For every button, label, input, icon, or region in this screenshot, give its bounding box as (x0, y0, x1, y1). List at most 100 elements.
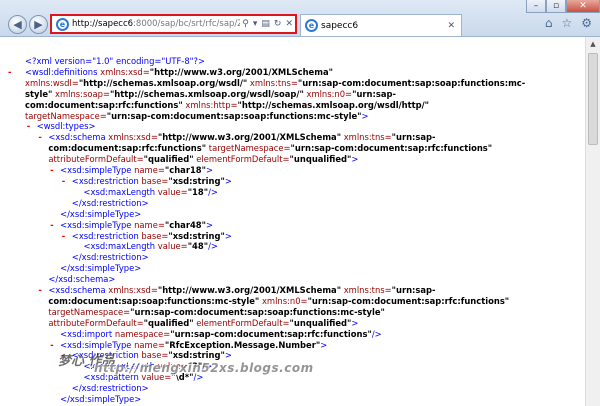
xml-line: - <xsd:simpleType name="RfcException.Mess… (0, 340, 585, 351)
xml-line-text: </xsd:restriction> (71, 252, 149, 263)
toolbar-right-icons: ⌂ ☆ ⚙ (545, 16, 592, 30)
xml-line-text: <xsd:simpleType name="char18"> (60, 165, 214, 176)
xml-line: - <xsd:restriction base="xsd:string"> (0, 176, 585, 187)
scroll-thumb[interactable] (588, 53, 598, 145)
xml-line: </xsd:simpleType> (0, 394, 585, 405)
xml-line: </xsd:restriction> (0, 198, 585, 209)
xml-line: - <wsdl:definitions xmlns:xsd="http://www… (0, 67, 585, 78)
forward-button[interactable]: ▶ (29, 15, 48, 34)
xml-line: targetNamespace="urn:sap-com:document:sa… (0, 111, 585, 122)
dropdown-icon[interactable]: ▾ (253, 19, 258, 29)
xml-line: - <xsd:schema xmlns:xsd="http://www.w3.or… (0, 132, 585, 143)
collapse-toggle[interactable]: - (62, 231, 65, 242)
xml-line: </xsd:simpleType> (0, 263, 585, 274)
xml-line: - <xsd:restriction base="xsd:string"> (0, 231, 585, 242)
xml-line-text: </xsd:simpleType> (60, 208, 142, 219)
scroll-up-arrow-icon[interactable]: ▲ (586, 37, 600, 51)
window-controls: – ▫ ✕ (526, 0, 600, 14)
collapse-toggle[interactable]: - (8, 67, 11, 78)
search-icon[interactable]: ⚲ (242, 19, 249, 29)
xml-line-text: </xsd:simpleType> (60, 394, 142, 405)
xml-line: style" xmlns:soap="http://schemas.xmlsoa… (0, 89, 585, 100)
stop-icon[interactable]: ✕ (285, 19, 293, 29)
xml-line-text: <wsdl:types> (36, 121, 96, 132)
xml-line: <xsd:maxLength value="3"/> (0, 361, 585, 372)
compatibility-icon[interactable]: ▤ (261, 19, 270, 29)
address-url[interactable]: http://sapecc6:8000/sap/bc/srt/rfc/sap/Z… (72, 19, 240, 29)
xml-line: </xsd:schema> (0, 274, 585, 285)
collapse-toggle[interactable]: - (38, 132, 41, 143)
xml-line-text: <xsd:maxLength value="48"/> (83, 241, 218, 252)
xml-line: <xsd:maxLength value="18"/> (0, 187, 585, 198)
back-button[interactable]: ◀ (8, 15, 27, 34)
xml-line-text: attributeFormDefault="qualified" element… (48, 317, 359, 328)
xml-line: - <xsd:simpleType name="char18"> (0, 165, 585, 176)
xml-line: com:document:sap:soap:functions:mc-style… (0, 296, 585, 307)
xml-line-text: <xsd:import namespace="urn:sap-com:docum… (60, 328, 382, 339)
xml-line-text: <xsd:schema xmlns:xsd="http://www.w3.org… (48, 285, 436, 296)
xml-line: <?xml version="1.0" encoding="UTF-8"?> (0, 56, 585, 67)
xml-line: <xsd:pattern value="\d*"/> (0, 372, 585, 383)
xml-line-text: <?xml version="1.0" encoding="UTF-8"?> (25, 56, 205, 66)
xml-line-text: <xsd:restriction base="xsd:string"> (71, 230, 232, 241)
collapse-toggle[interactable]: - (62, 176, 65, 187)
back-icon: ◀ (13, 18, 22, 31)
xml-line-text: <xsd:simpleType name="char48"> (60, 219, 214, 230)
xml-line: <xsd:maxLength value="48"/> (0, 241, 585, 252)
collapse-toggle[interactable]: - (27, 121, 30, 132)
xml-line: attributeFormDefault="qualified" element… (0, 318, 585, 329)
xml-line-text: <xsd:simpleType name="RfcException.Messa… (60, 339, 328, 350)
collapse-toggle[interactable]: - (62, 350, 65, 361)
xml-line-text: </xsd:schema> (48, 274, 116, 285)
tools-icon[interactable]: ⚙ (581, 16, 592, 30)
xml-line: com:document:sap:rfc:functions" targetNa… (0, 143, 585, 154)
address-bar[interactable]: e http://sapecc6:8000/sap/bc/srt/rfc/sap… (50, 14, 297, 34)
xml-line: attributeFormDefault="qualified" element… (0, 154, 585, 165)
xml-line: com:document:sap:rfc:functions" xmlns:ht… (0, 100, 585, 111)
xml-line-text: </xsd:restriction> (71, 197, 149, 208)
collapse-toggle[interactable]: - (38, 285, 41, 296)
xml-line: - <xsd:simpleType name="char48"> (0, 220, 585, 231)
xml-line: - <xsd:schema xmlns:xsd="http://www.w3.or… (0, 285, 585, 296)
close-window-button[interactable]: ✕ (566, 0, 600, 13)
xml-line-text: <xsd:pattern value="\d*"/> (83, 372, 204, 383)
xml-line-text: com:document:sap:soap:functions:mc-style… (48, 295, 510, 306)
xml-line: - <wsdl:types> (0, 121, 585, 132)
xml-line-text: attributeFormDefault="qualified" element… (48, 154, 359, 165)
xml-line-text: <xsd:maxLength value="3"/> (83, 361, 213, 372)
xml-line-text: <xsd:restriction base="xsd:string"> (71, 175, 232, 186)
tab-close-button[interactable]: ✕ (447, 21, 455, 31)
tab-ie-icon: e (305, 19, 318, 32)
xml-line-text: targetNamespace="urn:sap-com:document:sa… (48, 306, 385, 317)
browser-toolbar: – ▫ ✕ ◀ ▶ e http://sapecc6:8000/sap/bc/s… (0, 0, 600, 37)
favorites-icon[interactable]: ☆ (561, 16, 572, 30)
home-icon[interactable]: ⌂ (545, 16, 553, 30)
xml-line: </xsd:restriction> (0, 252, 585, 263)
xml-line-text: <xsd:restriction base="xsd:string"> (71, 350, 232, 361)
collapse-toggle[interactable]: - (50, 165, 53, 176)
xml-line: </xsd:simpleType> (0, 209, 585, 220)
xml-line-text: com:document:sap:rfc:functions" xmlns:ht… (25, 99, 430, 110)
xml-line-text: </xsd:restriction> (71, 383, 149, 394)
xml-line-text: style" xmlns:soap="http://schemas.xmlsoa… (25, 88, 396, 99)
forward-icon: ▶ (34, 18, 43, 31)
xml-line: </xsd:restriction> (0, 383, 585, 394)
maximize-button[interactable]: ▫ (546, 0, 566, 13)
xml-line: targetNamespace="urn:sap-com:document:sa… (0, 307, 585, 318)
xml-document: <?xml version="1.0" encoding="UTF-8"?> - <… (0, 37, 585, 405)
ie-logo-icon: e (56, 17, 69, 31)
xml-viewer: <?xml version="1.0" encoding="UTF-8"?> - <… (0, 37, 585, 406)
collapse-toggle[interactable]: - (50, 340, 53, 351)
collapse-toggle[interactable]: - (50, 220, 53, 231)
xml-line-text: <xsd:schema xmlns:xsd="http://www.w3.org… (48, 132, 436, 143)
xml-line: <xsd:import namespace="urn:sap-com:docum… (0, 329, 585, 340)
xml-line-text: </xsd:simpleType> (60, 263, 142, 274)
refresh-icon[interactable]: ↻ (274, 19, 282, 29)
xml-line-text: targetNamespace="urn:sap-com:document:sa… (25, 110, 369, 121)
xml-line-text: <xsd:maxLength value="18"/> (83, 186, 218, 197)
minimize-button[interactable]: – (526, 0, 546, 13)
xml-line: - <xsd:restriction base="xsd:string"> (0, 350, 585, 361)
xml-line-text: xmlns:wsdl="http://schemas.xmlsoap.org/w… (25, 77, 526, 88)
browser-tab[interactable]: e sapecc6 ✕ (300, 14, 462, 36)
vertical-scrollbar[interactable]: ▲ (585, 37, 600, 406)
